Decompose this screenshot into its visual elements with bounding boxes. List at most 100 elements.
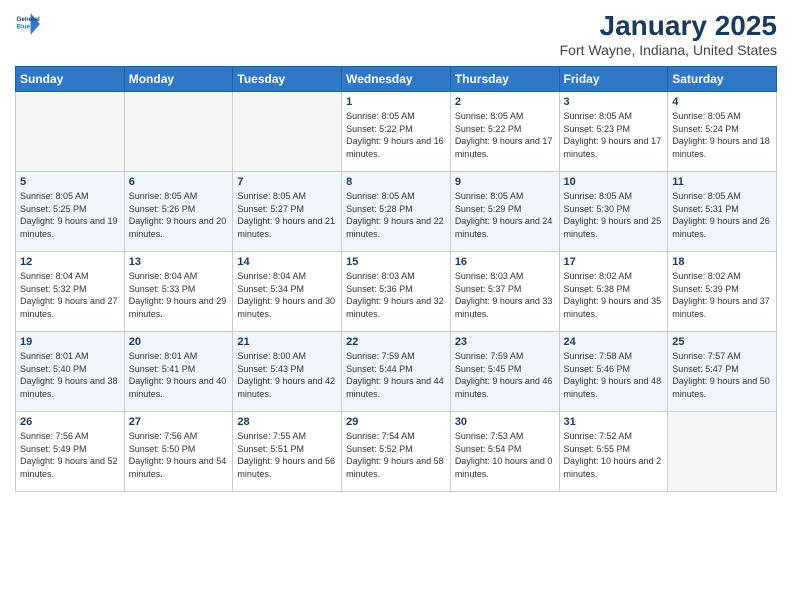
week-row-5: 26Sunrise: 7:56 AMSunset: 5:49 PMDayligh… [16, 412, 777, 492]
cell-info: Sunrise: 7:52 AMSunset: 5:55 PMDaylight:… [564, 430, 664, 480]
weekday-header-monday: Monday [124, 67, 233, 92]
day-cell: 3Sunrise: 8:05 AMSunset: 5:23 PMDaylight… [559, 92, 668, 172]
cell-info: Sunrise: 8:04 AMSunset: 5:33 PMDaylight:… [129, 270, 229, 320]
cell-info: Sunrise: 8:05 AMSunset: 5:25 PMDaylight:… [20, 190, 120, 240]
day-cell: 27 Sunrise: 7:56 AMSunset: 5:50 PMDayligh… [124, 412, 233, 492]
cell-info: Sunrise: 8:05 AMSunset: 5:29 PMDaylight:… [455, 190, 555, 240]
week-row-1: 1Sunrise: 8:05 AMSunset: 5:22 PMDaylight… [16, 92, 777, 172]
day-number: 28 [237, 416, 337, 428]
day-cell [124, 92, 233, 172]
week-row-4: 19 Sunrise: 8:01 AMSunset: 5:40 PMDayligh… [16, 332, 777, 412]
day-number: 22 [346, 336, 446, 348]
day-number: 2 [455, 96, 555, 108]
cell-info: Sunrise: 8:05 AMSunset: 5:30 PMDaylight:… [564, 190, 664, 240]
cell-info: Sunrise: 8:04 AMSunset: 5:34 PMDaylight:… [237, 270, 337, 320]
day-cell: 30 Sunrise: 7:53 AMSunset: 5:54 PMDayligh… [450, 412, 559, 492]
day-number: 7 [237, 176, 337, 188]
day-cell: 13 Sunrise: 8:04 AMSunset: 5:33 PMDayligh… [124, 252, 233, 332]
cell-info: Sunrise: 8:03 AMSunset: 5:36 PMDaylight:… [346, 270, 446, 320]
cell-info: Sunrise: 7:58 AMSunset: 5:46 PMDaylight:… [564, 350, 664, 400]
day-cell: 23 Sunrise: 7:59 AMSunset: 5:45 PMDayligh… [450, 332, 559, 412]
day-number: 30 [455, 416, 555, 428]
day-cell: 4 Sunrise: 8:05 AMSunset: 5:24 PMDaylight… [668, 92, 777, 172]
weekday-header-sunday: Sunday [16, 67, 125, 92]
weekday-header-friday: Friday [559, 67, 668, 92]
week-row-2: 5 Sunrise: 8:05 AMSunset: 5:25 PMDaylight… [16, 172, 777, 252]
cell-info: Sunrise: 8:05 AMSunset: 5:22 PMDaylight:… [346, 110, 446, 160]
weekday-header-saturday: Saturday [668, 67, 777, 92]
day-number: 31 [564, 416, 664, 428]
day-number: 19 [20, 336, 120, 348]
cell-info: Sunrise: 8:05 AMSunset: 5:31 PMDaylight:… [672, 190, 772, 240]
day-cell [233, 92, 342, 172]
cell-info: Sunrise: 7:57 AMSunset: 5:47 PMDaylight:… [672, 350, 772, 400]
month-title: January 2025 [560, 10, 777, 42]
day-cell: 18 Sunrise: 8:02 AMSunset: 5:39 PMDayligh… [668, 252, 777, 332]
day-cell: 25 Sunrise: 7:57 AMSunset: 5:47 PMDayligh… [668, 332, 777, 412]
cell-info: Sunrise: 7:59 AMSunset: 5:45 PMDaylight:… [455, 350, 555, 400]
day-cell: 6Sunrise: 8:05 AMSunset: 5:26 PMDaylight… [124, 172, 233, 252]
day-cell: 11 Sunrise: 8:05 AMSunset: 5:31 PMDayligh… [668, 172, 777, 252]
day-number: 6 [129, 176, 229, 188]
cell-info: Sunrise: 8:05 AMSunset: 5:28 PMDaylight:… [346, 190, 446, 240]
day-cell [16, 92, 125, 172]
location-title: Fort Wayne, Indiana, United States [560, 42, 777, 58]
cell-info: Sunrise: 8:05 AMSunset: 5:23 PMDaylight:… [564, 110, 664, 160]
day-cell [668, 412, 777, 492]
day-number: 27 [129, 416, 229, 428]
day-number: 29 [346, 416, 446, 428]
day-number: 5 [20, 176, 120, 188]
day-number: 10 [564, 176, 664, 188]
cell-info: Sunrise: 7:56 AMSunset: 5:49 PMDaylight:… [20, 430, 120, 480]
cell-info: Sunrise: 8:03 AMSunset: 5:37 PMDaylight:… [455, 270, 555, 320]
day-cell: 15 Sunrise: 8:03 AMSunset: 5:36 PMDayligh… [342, 252, 451, 332]
cell-info: Sunrise: 8:01 AMSunset: 5:40 PMDaylight:… [20, 350, 120, 400]
cell-info: Sunrise: 8:02 AMSunset: 5:38 PMDaylight:… [564, 270, 664, 320]
day-cell: 22Sunrise: 7:59 AMSunset: 5:44 PMDayligh… [342, 332, 451, 412]
day-cell: 29 Sunrise: 7:54 AMSunset: 5:52 PMDayligh… [342, 412, 451, 492]
day-cell: 7 Sunrise: 8:05 AMSunset: 5:27 PMDaylight… [233, 172, 342, 252]
day-number: 15 [346, 256, 446, 268]
svg-text:General: General [17, 16, 40, 23]
cell-info: Sunrise: 8:04 AMSunset: 5:32 PMDaylight:… [20, 270, 120, 320]
day-number: 11 [672, 176, 772, 188]
cell-info: Sunrise: 7:54 AMSunset: 5:52 PMDaylight:… [346, 430, 446, 480]
day-cell: 28 Sunrise: 7:55 AMSunset: 5:51 PMDayligh… [233, 412, 342, 492]
day-number: 18 [672, 256, 772, 268]
title-block: January 2025 Fort Wayne, Indiana, United… [560, 10, 777, 58]
cell-info: Sunrise: 7:53 AMSunset: 5:54 PMDaylight:… [455, 430, 555, 480]
cell-info: Sunrise: 7:55 AMSunset: 5:51 PMDaylight:… [237, 430, 337, 480]
day-cell: 24Sunrise: 7:58 AMSunset: 5:46 PMDayligh… [559, 332, 668, 412]
cell-info: Sunrise: 8:01 AMSunset: 5:41 PMDaylight:… [129, 350, 229, 400]
cell-info: Sunrise: 7:56 AMSunset: 5:50 PMDaylight:… [129, 430, 229, 480]
cell-info: Sunrise: 8:05 AMSunset: 5:24 PMDaylight:… [672, 110, 772, 160]
day-number: 23 [455, 336, 555, 348]
logo: General Blue [15, 10, 43, 38]
day-number: 25 [672, 336, 772, 348]
logo-icon: General Blue [15, 10, 43, 38]
day-cell: 19 Sunrise: 8:01 AMSunset: 5:40 PMDayligh… [16, 332, 125, 412]
day-number: 17 [564, 256, 664, 268]
week-row-3: 12 Sunrise: 8:04 AMSunset: 5:32 PMDayligh… [16, 252, 777, 332]
page: General Blue January 2025 Fort Wayne, In… [0, 0, 792, 612]
day-cell: 5 Sunrise: 8:05 AMSunset: 5:25 PMDaylight… [16, 172, 125, 252]
day-number: 8 [346, 176, 446, 188]
day-cell: 31 Sunrise: 7:52 AMSunset: 5:55 PMDayligh… [559, 412, 668, 492]
day-number: 12 [20, 256, 120, 268]
header: General Blue January 2025 Fort Wayne, In… [15, 10, 777, 58]
weekday-header-tuesday: Tuesday [233, 67, 342, 92]
day-cell: 21Sunrise: 8:00 AMSunset: 5:43 PMDayligh… [233, 332, 342, 412]
cell-info: Sunrise: 8:02 AMSunset: 5:39 PMDaylight:… [672, 270, 772, 320]
day-cell: 20 Sunrise: 8:01 AMSunset: 5:41 PMDayligh… [124, 332, 233, 412]
cell-info: Sunrise: 8:05 AMSunset: 5:22 PMDaylight:… [455, 110, 555, 160]
weekday-header-thursday: Thursday [450, 67, 559, 92]
day-cell: 16Sunrise: 8:03 AMSunset: 5:37 PMDayligh… [450, 252, 559, 332]
day-number: 13 [129, 256, 229, 268]
weekday-header-wednesday: Wednesday [342, 67, 451, 92]
day-cell: 10 Sunrise: 8:05 AMSunset: 5:30 PMDayligh… [559, 172, 668, 252]
day-number: 20 [129, 336, 229, 348]
day-number: 4 [672, 96, 772, 108]
cell-info: Sunrise: 8:05 AMSunset: 5:27 PMDaylight:… [237, 190, 337, 240]
day-cell: 14Sunrise: 8:04 AMSunset: 5:34 PMDayligh… [233, 252, 342, 332]
day-number: 9 [455, 176, 555, 188]
